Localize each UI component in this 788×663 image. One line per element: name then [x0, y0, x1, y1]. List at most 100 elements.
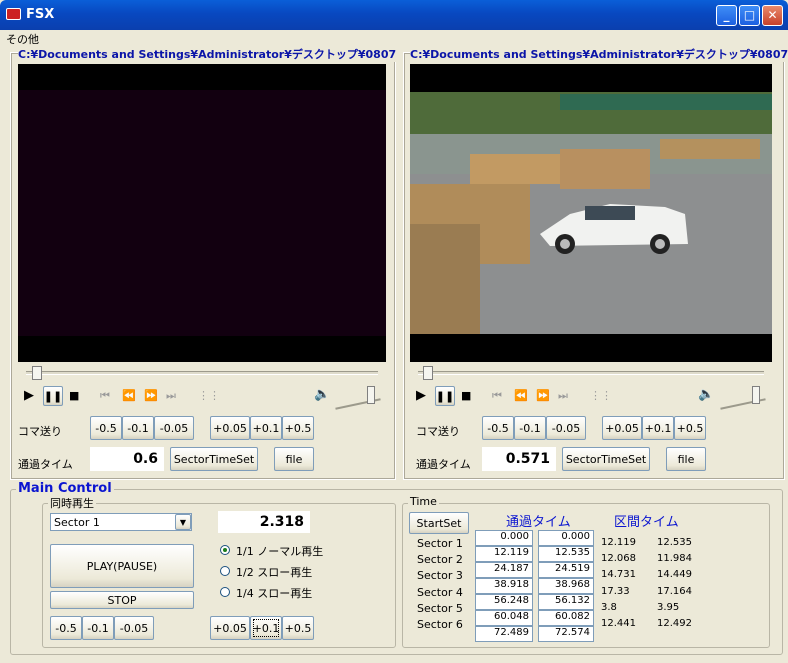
right-skip-back-icon[interactable]: ⏮ [492, 389, 502, 403]
right-play-icon[interactable]: ▶ [416, 388, 426, 403]
menu-bar: その他 [0, 30, 788, 46]
stop-button[interactable]: STOP [50, 591, 194, 609]
left-pause-button[interactable]: ❚❚ [43, 386, 63, 406]
pause-icon: ❚❚ [43, 389, 63, 403]
pass-time-header: 通過タイム [506, 515, 571, 530]
speed-label-quarter: 1/4 スロー再生 [236, 587, 313, 600]
left-stop-icon[interactable]: ■ [69, 389, 79, 402]
left-playlist-icon[interactable]: ⋮⋮ [198, 389, 220, 402]
right-seek-thumb[interactable] [423, 366, 434, 380]
minimize-button[interactable]: _ [716, 5, 737, 26]
right-rewind-icon[interactable]: ⏪ [514, 389, 528, 402]
pause-icon: ❚❚ [435, 389, 455, 403]
right-volume-thumb[interactable] [751, 386, 760, 404]
sync-step-minus-0-1[interactable]: -0.1 [82, 616, 114, 640]
app-icon [6, 8, 21, 20]
interval-a-cell: 3.8 [601, 601, 617, 613]
left-pass-label: 通過タイム [18, 458, 73, 471]
right-playlist-icon[interactable]: ⋮⋮ [590, 389, 612, 402]
right-sector-time-set-button[interactable]: SectorTimeSet [562, 447, 650, 471]
right-pass-label: 通過タイム [416, 458, 471, 471]
left-step-plus-0-1[interactable]: +0.1 [250, 416, 282, 440]
right-file-button[interactable]: file [666, 447, 706, 471]
interval-a-cell: 14.731 [601, 569, 636, 581]
right-step-minus-0-1[interactable]: -0.1 [514, 416, 546, 440]
pass-time-a-cell: 56.248 [475, 594, 533, 610]
sync-play-label: 同時再生 [48, 495, 96, 511]
sync-step-plus-0-1[interactable]: +0.1 [250, 616, 282, 640]
time-label: Time [408, 495, 439, 508]
left-file-button[interactable]: file [274, 447, 314, 471]
left-volume-thumb[interactable] [366, 386, 375, 404]
right-step-plus-0-1[interactable]: +0.1 [642, 416, 674, 440]
right-stop-icon[interactable]: ■ [461, 389, 471, 402]
pass-time-b-cell: 38.968 [538, 578, 594, 594]
right-step-plus-0-05[interactable]: +0.05 [602, 416, 642, 440]
speed-label-normal: 1/1 ノーマル再生 [236, 545, 324, 558]
right-seek-track[interactable] [418, 371, 764, 375]
main-control-title: Main Control [16, 481, 114, 496]
sync-time-value: 2.318 [218, 511, 310, 533]
pass-time-a-cell: 38.918 [475, 578, 533, 594]
left-video-frame [18, 90, 386, 336]
race-car-video-frame [410, 92, 772, 334]
left-step-minus-0-05[interactable]: -0.05 [154, 416, 194, 440]
play-pause-button[interactable]: PLAY(PAUSE) [50, 544, 194, 588]
left-rewind-icon[interactable]: ⏪ [122, 389, 136, 402]
right-volume-icon[interactable]: 🔈 [698, 387, 714, 402]
left-play-icon[interactable]: ▶ [24, 388, 34, 403]
left-fast-forward-icon[interactable]: ⏩ [144, 389, 158, 402]
right-step-minus-0-5[interactable]: -0.5 [482, 416, 514, 440]
speed-radio-half[interactable] [220, 566, 230, 576]
sync-step-plus-0-05[interactable]: +0.05 [210, 616, 250, 640]
speed-radio-normal[interactable] [220, 545, 230, 555]
close-button[interactable]: ✕ [762, 5, 783, 26]
pass-time-a-cell: 0.000 [475, 530, 533, 546]
sync-step-minus-0-5[interactable]: -0.5 [50, 616, 82, 640]
left-step-minus-0-1[interactable]: -0.1 [122, 416, 154, 440]
right-step-plus-0-5[interactable]: +0.5 [674, 416, 706, 440]
maximize-button[interactable]: □ [739, 5, 760, 26]
pass-time-a-cell: 60.048 [475, 610, 533, 626]
pass-time-b-cell: 12.535 [538, 546, 594, 562]
left-seek-thumb[interactable] [31, 366, 42, 380]
interval-time-header: 区間タイム [614, 515, 679, 530]
sector-label: Sector 4 [417, 585, 463, 599]
left-volume-icon[interactable]: 🔈 [314, 387, 330, 402]
left-step-minus-0-5[interactable]: -0.5 [90, 416, 122, 440]
window-title: FSX [26, 7, 55, 22]
left-sector-time-set-button[interactable]: SectorTimeSet [170, 447, 258, 471]
left-step-plus-0-5[interactable]: +0.5 [282, 416, 314, 440]
left-seek-track[interactable] [26, 371, 378, 375]
start-set-button[interactable]: StartSet [409, 512, 469, 534]
left-video-display[interactable] [18, 64, 386, 362]
right-pass-value: 0.571 [482, 447, 556, 471]
sector-select[interactable]: Sector 1 ▼ [50, 513, 192, 531]
interval-b-cell: 12.492 [657, 618, 692, 629]
sync-step-minus-0-05[interactable]: -0.05 [114, 616, 154, 640]
speed-radio-quarter[interactable] [220, 587, 230, 597]
left-pass-value: 0.6 [90, 447, 164, 471]
right-video-display[interactable] [410, 64, 772, 362]
left-step-plus-0-05[interactable]: +0.05 [210, 416, 250, 440]
sector-label: Sector 1 [417, 537, 463, 550]
pass-time-a-cell: 12.119 [475, 546, 533, 562]
right-step-minus-0-05[interactable]: -0.05 [546, 416, 586, 440]
chevron-down-icon[interactable]: ▼ [175, 514, 191, 530]
menu-other[interactable]: その他 [6, 31, 39, 47]
sector-label: Sector 5 [417, 601, 463, 615]
sector-select-value: Sector 1 [54, 516, 100, 529]
sector-label: Sector 3 [417, 569, 463, 583]
right-koma-label: コマ送り [416, 425, 460, 438]
left-skip-forward-icon[interactable]: ⏭ [166, 389, 176, 403]
interval-b-cell: 11.984 [657, 553, 692, 565]
right-fast-forward-icon[interactable]: ⏩ [536, 389, 550, 402]
left-skip-back-icon[interactable]: ⏮ [100, 389, 110, 403]
pass-time-b-cell: 56.132 [538, 594, 594, 610]
interval-b-cell: 14.449 [657, 569, 692, 581]
sync-step-plus-0-5[interactable]: +0.5 [282, 616, 314, 640]
pass-time-b-cell: 72.574 [538, 626, 594, 642]
speed-label-half: 1/2 スロー再生 [236, 566, 313, 579]
right-pause-button[interactable]: ❚❚ [435, 386, 455, 406]
right-skip-forward-icon[interactable]: ⏭ [558, 389, 568, 403]
